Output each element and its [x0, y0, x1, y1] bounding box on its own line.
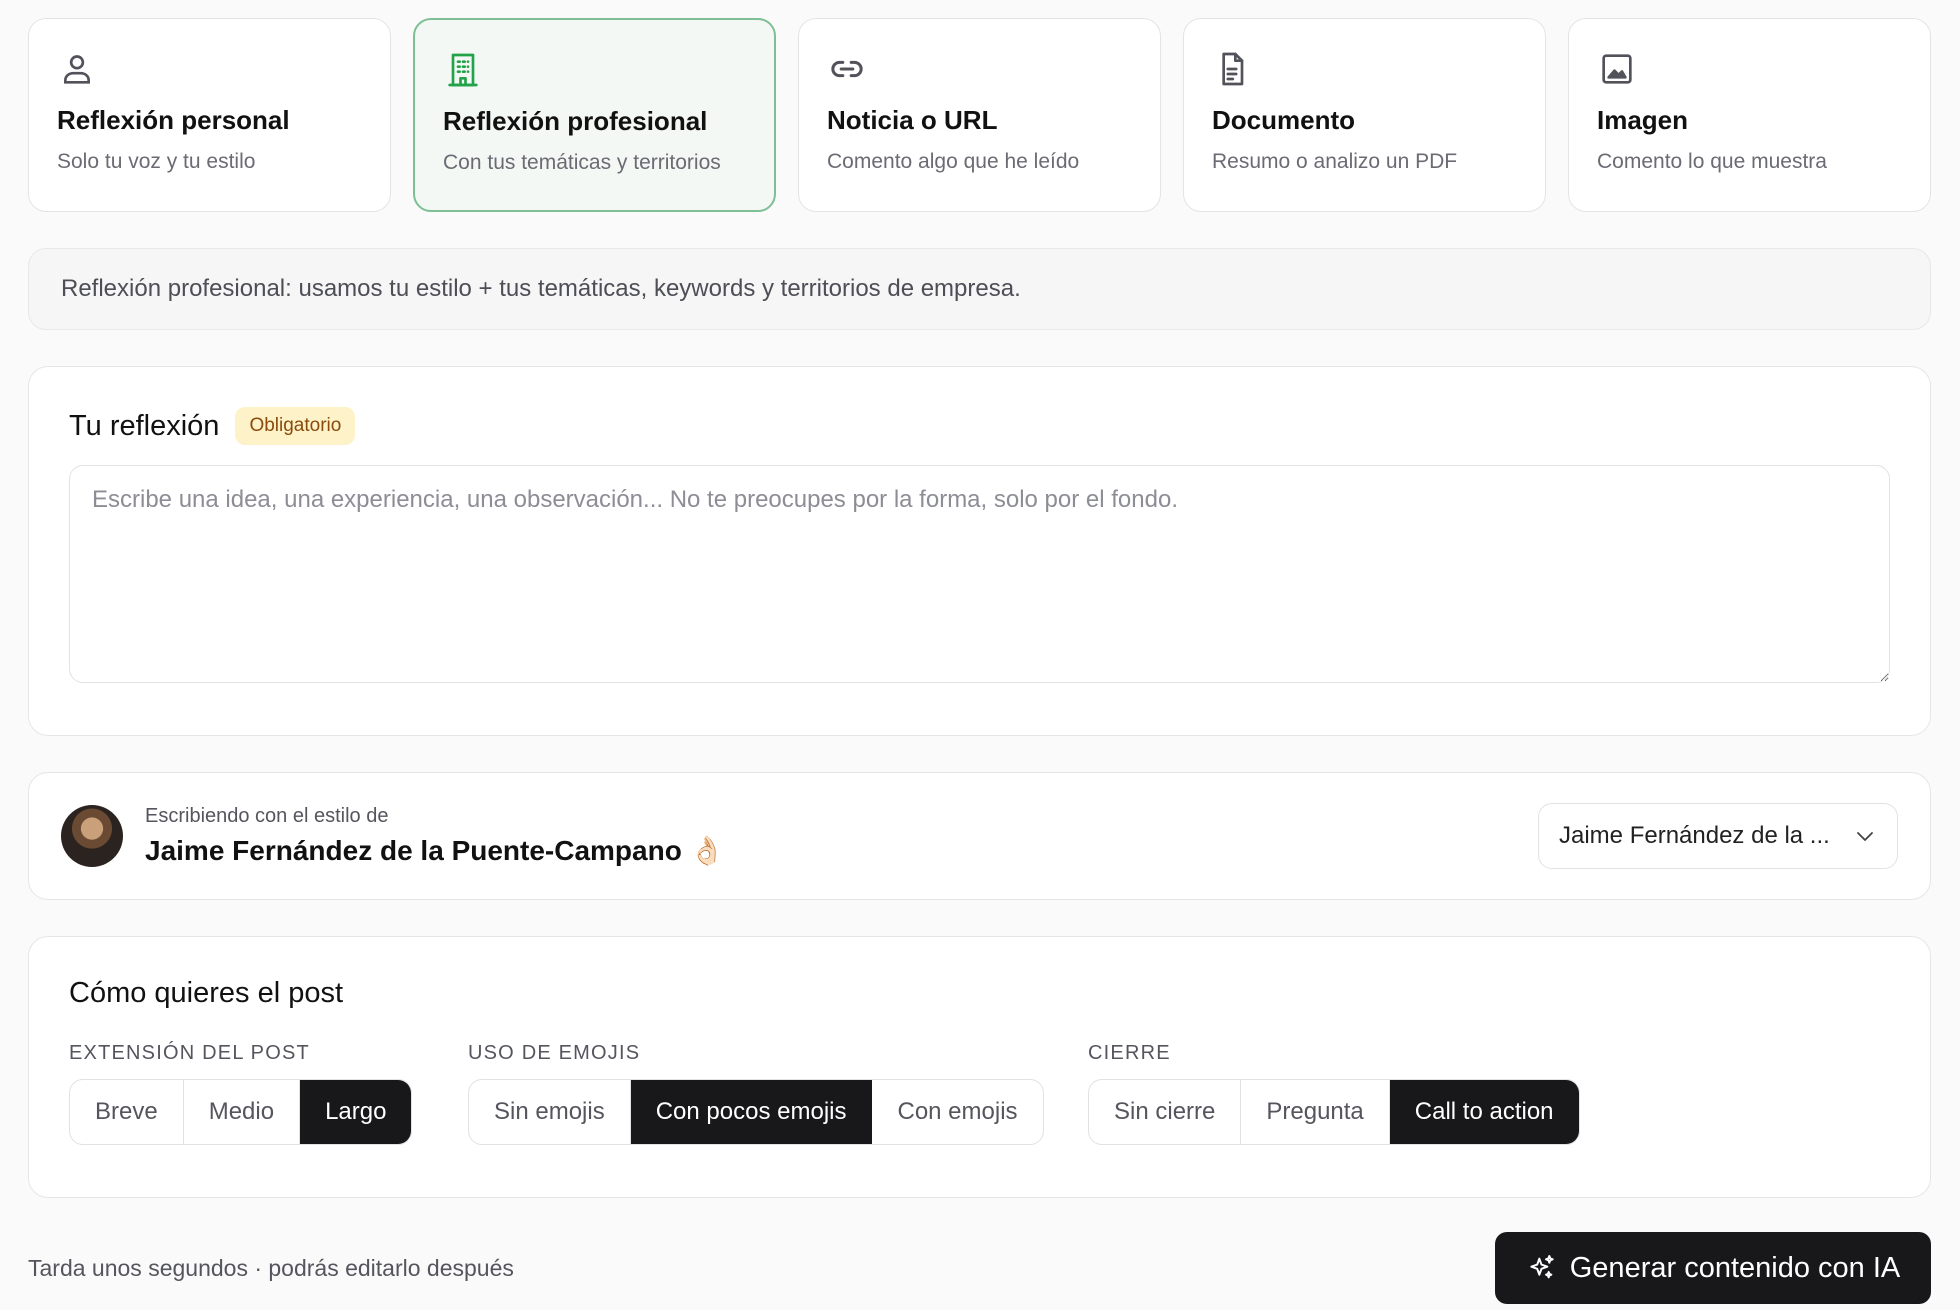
image-icon [1602, 54, 1632, 84]
closing-group: Cierre Sin cierre Pregunta Call to actio… [1088, 1042, 1580, 1145]
length-segmented-control: Breve Medio Largo [69, 1079, 413, 1145]
mode-title: Reflexión profesional [443, 106, 708, 136]
mode-selector: Reflexión personal Solo tu voz y tu esti… [28, 18, 1931, 212]
generate-button-label: Generar contenido con IA [1569, 1251, 1901, 1284]
style-select[interactable]: Jaime Fernández de la ... [1538, 803, 1898, 869]
post-options-panel: Cómo quieres el post Extensión del post … [28, 936, 1931, 1198]
mode-card-profesional[interactable]: Reflexión profesional Con tus temáticas … [413, 18, 776, 212]
footer: Tarda unos segundos · podrás editarlo de… [28, 1232, 1931, 1304]
post-options-title: Cómo quieres el post [69, 977, 344, 1009]
link-icon [831, 60, 863, 78]
mode-subtitle: Comento algo que he leído [827, 150, 1080, 173]
length-option-largo[interactable]: Largo [300, 1080, 412, 1144]
closing-segmented-control: Sin cierre Pregunta Call to action [1088, 1079, 1580, 1145]
content-wrapper: Reflexión personal Solo tu voz y tu esti… [28, 18, 1931, 1198]
generate-content-button[interactable]: Generar contenido con IA [1495, 1232, 1931, 1304]
mode-title: Documento [1212, 105, 1355, 135]
emoji-option-many[interactable]: Con emojis [872, 1080, 1042, 1144]
mode-card-url[interactable]: Noticia o URL Comento algo que he leído [798, 18, 1161, 212]
emoji-label: Uso de emojis [468, 1042, 641, 1064]
style-select-value: Jaime Fernández de la ... [1559, 822, 1830, 849]
user-icon [64, 55, 90, 84]
mode-title: Imagen [1597, 105, 1689, 135]
options-groups: Extensión del post Breve Medio Largo Uso… [69, 1042, 1890, 1145]
building-icon [448, 53, 478, 87]
required-badge: Obligatorio [235, 407, 356, 445]
sparkles-icon [1530, 1255, 1554, 1279]
emoji-group: Uso de emojis Sin emojis Con pocos emoji… [468, 1042, 1088, 1145]
reflection-panel: Tu reflexión Obligatorio [28, 366, 1931, 736]
reflection-textarea[interactable] [69, 465, 1890, 683]
length-group: Extensión del post Breve Medio Largo [69, 1042, 468, 1145]
length-label: Extensión del post [69, 1042, 310, 1064]
closing-option-cta[interactable]: Call to action [1389, 1080, 1579, 1144]
avatar [61, 805, 123, 867]
reflection-title: Tu reflexión [69, 409, 220, 442]
mode-subtitle: Con tus temáticas y territorios [443, 151, 721, 174]
writing-style-panel: Escribiendo con el estilo de Jaime Ferná… [28, 772, 1931, 900]
mode-card-imagen[interactable]: Imagen Comento lo que muestra [1568, 18, 1931, 212]
emoji-segmented-control: Sin emojis Con pocos emojis Con emojis [468, 1079, 1044, 1145]
closing-label: Cierre [1088, 1042, 1171, 1064]
mode-info-bar: Reflexión profesional: usamos tu estilo … [28, 248, 1931, 330]
mode-subtitle: Resumo o analizo un PDF [1212, 150, 1458, 173]
mode-subtitle: Comento lo que muestra [1597, 150, 1827, 173]
closing-option-question[interactable]: Pregunta [1241, 1080, 1390, 1144]
style-author-name: Jaime Fernández de la Puente-Campano 👌🏻 [145, 835, 725, 866]
mode-title: Noticia o URL [827, 105, 998, 135]
chevron-down-icon [1857, 832, 1873, 841]
closing-option-none[interactable]: Sin cierre [1089, 1080, 1242, 1144]
length-option-breve[interactable]: Breve [70, 1080, 184, 1144]
mode-subtitle: Solo tu voz y tu estilo [57, 150, 256, 173]
footer-hint: Tarda unos segundos · podrás editarlo de… [28, 1254, 514, 1281]
emoji-option-none[interactable]: Sin emojis [469, 1080, 631, 1144]
document-icon [1222, 52, 1244, 86]
style-label: Escribiendo con el estilo de [145, 805, 389, 827]
reflection-header: Tu reflexión Obligatorio [69, 407, 1890, 445]
style-text: Escribiendo con el estilo de Jaime Ferná… [145, 805, 724, 867]
emoji-option-few[interactable]: Con pocos emojis [630, 1080, 873, 1144]
length-option-medio[interactable]: Medio [184, 1080, 301, 1144]
mode-card-personal[interactable]: Reflexión personal Solo tu voz y tu esti… [28, 18, 391, 212]
mode-card-documento[interactable]: Documento Resumo o analizo un PDF [1183, 18, 1546, 212]
mode-title: Reflexión personal [57, 105, 290, 135]
